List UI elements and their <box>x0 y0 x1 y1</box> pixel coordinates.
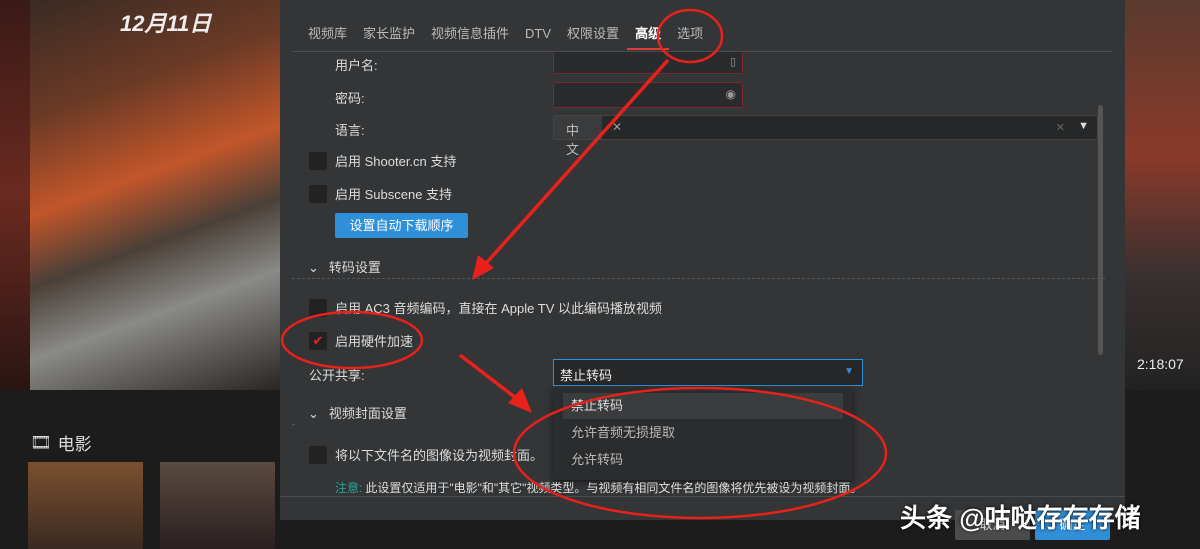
shooter-label: 启用 Shooter.cn 支持 <box>335 154 457 169</box>
option-allow-transcode[interactable]: 允许转码 <box>563 447 843 473</box>
section-title: 视频封面设置 <box>328 406 407 421</box>
transcode-section-header[interactable]: ⌄ 转码设置 <box>308 257 381 276</box>
password-label: 密码: <box>335 91 365 106</box>
shooter-checkbox-row[interactable]: 启用 Shooter.cn 支持 <box>309 151 456 170</box>
cover-label: 将以下文件名的图像设为视频封面。 <box>335 448 544 463</box>
tab-advanced[interactable]: 高级 <box>627 24 670 50</box>
language-tag-text: 中文 <box>566 123 580 157</box>
download-order-button[interactable]: 设置自动下载顺序 <box>335 213 468 238</box>
language-label: 语言: <box>335 123 365 138</box>
public-share-select[interactable]: 禁止转码 ▼ <box>553 359 863 386</box>
hw-accel-checkbox-row[interactable]: ✔ 启用硬件加速 <box>309 331 413 350</box>
poster-title: 12月11日 <box>120 11 212 36</box>
chevron-down-icon: ⌄ <box>308 260 319 275</box>
hw-accel-label: 启用硬件加速 <box>335 334 414 349</box>
scrollbar[interactable] <box>1098 105 1103 355</box>
subscene-checkbox-row[interactable]: 启用 Subscene 支持 <box>309 184 452 203</box>
checkbox[interactable] <box>309 445 327 464</box>
movie-poster[interactable]: 12月11日 <box>30 0 280 390</box>
chevron-down-icon[interactable]: ▼ <box>1078 120 1089 132</box>
divider <box>292 278 1105 279</box>
film-icon: 🎞 <box>30 432 52 452</box>
settings-dialog: 视频库 家长监护 视频信息插件 DTV 权限设置 高级 选项 用户名: ▯ 密码… <box>280 0 1125 520</box>
movies-section-header[interactable]: 🎞 电影 <box>30 430 92 455</box>
option-audio-lossless[interactable]: 允许音频无损提取 <box>563 420 843 446</box>
chevron-down-icon: ⌄ <box>308 406 319 421</box>
password-input[interactable]: ◉ <box>553 82 743 108</box>
note: 注意: 此设置仅适用于"电影"和"其它"视频类型。与视频有相同文件名的图像将优先被… <box>335 479 862 496</box>
tab-library[interactable]: 视频库 <box>300 24 355 50</box>
tab-options[interactable]: 选项 <box>669 24 711 50</box>
checkmark-icon[interactable]: ✔ <box>309 331 327 350</box>
key-icon: ◉ <box>725 87 736 101</box>
section-title: 电影 <box>57 435 92 454</box>
selected-value: 禁止转码 <box>560 368 613 383</box>
cover-section-header[interactable]: ⌄ 视频封面设置 <box>308 403 407 422</box>
ac3-label: 启用 AC3 音频编码，直接在 Apple TV 以此编码播放视频 <box>335 301 662 316</box>
movie-thumbnail[interactable] <box>160 462 275 549</box>
divider <box>292 424 295 425</box>
section-title: 转码设置 <box>328 260 381 275</box>
username-label: 用户名: <box>335 58 378 73</box>
duration-label: 2:18:07 <box>1137 356 1184 372</box>
username-input[interactable]: ▯ <box>553 52 743 74</box>
contact-card-icon: ▯ <box>729 56 736 68</box>
public-share-label: 公开共享: <box>309 368 365 383</box>
public-share-dropdown: 禁止转码 允许音频无损提取 允许转码 <box>553 388 853 480</box>
tab-permissions[interactable]: 权限设置 <box>559 24 627 50</box>
note-label: 注意: <box>335 481 363 495</box>
cover-checkbox-row[interactable]: 将以下文件名的图像设为视频封面。 <box>309 445 543 464</box>
tab-parental[interactable]: 家长监护 <box>355 24 423 50</box>
checkbox[interactable] <box>309 151 327 170</box>
subscene-label: 启用 Subscene 支持 <box>335 187 453 202</box>
tab-bar: 视频库 家长监护 视频信息插件 DTV 权限设置 高级 选项 <box>300 24 711 50</box>
tab-metadata-plugins[interactable]: 视频信息插件 <box>423 24 517 50</box>
language-select[interactable]: 中文 ✕ ✕ ▼ <box>553 115 1098 157</box>
checkbox[interactable] <box>309 298 327 317</box>
ac3-checkbox-row[interactable]: 启用 AC3 音频编码，直接在 Apple TV 以此编码播放视频 <box>309 298 662 317</box>
background-poster-edge <box>0 0 30 390</box>
background-poster-right <box>1125 0 1200 390</box>
option-no-transcode[interactable]: 禁止转码 <box>563 393 843 419</box>
language-tag: 中文 <box>554 116 602 157</box>
remove-tag-icon[interactable]: ✕ <box>612 120 622 134</box>
clear-icon[interactable]: ✕ <box>1056 121 1065 134</box>
chevron-down-icon: ▼ <box>844 366 854 377</box>
movie-thumbnail[interactable] <box>28 462 143 549</box>
note-text: 此设置仅适用于"电影"和"其它"视频类型。与视频有相同文件名的图像将优先被设为视… <box>365 481 863 495</box>
tab-dtv[interactable]: DTV <box>517 24 559 50</box>
divider <box>280 496 1125 497</box>
checkbox[interactable] <box>309 184 327 203</box>
watermark: 头条 @咕哒存存存储 <box>900 503 1141 533</box>
